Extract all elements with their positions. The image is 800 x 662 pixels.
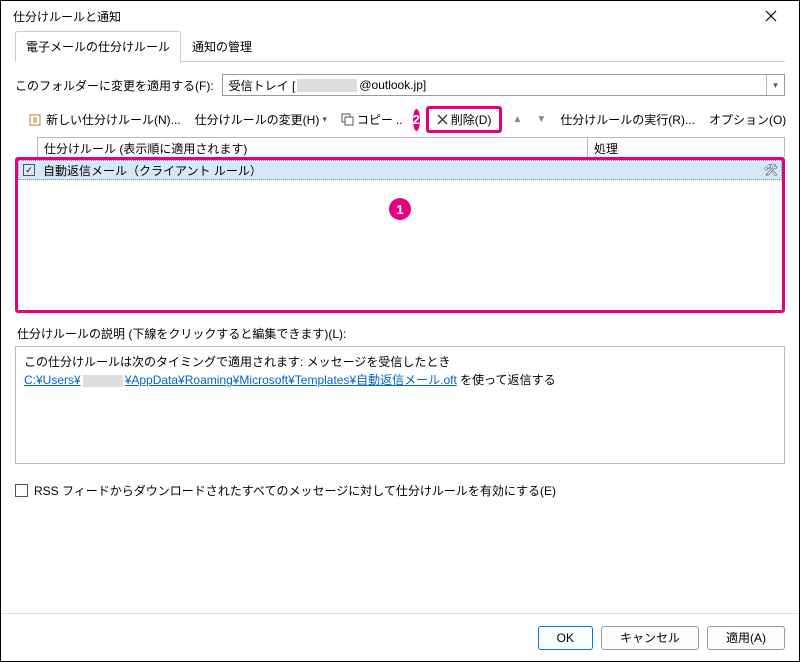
rule-settings-icon[interactable]: 🛠: [761, 163, 781, 177]
folder-select[interactable]: 受信トレイ [ @outlook.jp] ▾: [222, 74, 785, 96]
move-up-button[interactable]: ▲: [508, 114, 526, 125]
window-title: 仕分けルールと通知: [13, 8, 751, 25]
apply-button[interactable]: 適用(A): [707, 626, 785, 650]
annotation-badge-2: 2: [413, 109, 420, 131]
annotation-badge-1: 1: [389, 198, 411, 220]
run-rules-button[interactable]: 仕分けルールの実行(R)...: [556, 108, 699, 131]
template-path-link[interactable]: C:¥Users¥¥AppData¥Roaming¥Microsoft¥Temp…: [24, 373, 457, 387]
rule-row[interactable]: ✓ 自動返信メール（クライアント ルール） 🛠: [18, 160, 782, 180]
delete-button[interactable]: 削除(D): [426, 106, 503, 133]
new-rule-icon: [29, 113, 43, 127]
move-down-button[interactable]: ▼: [532, 114, 550, 125]
description-label: 仕分けルールの説明 (下線をクリックすると編集できます)(L):: [17, 325, 783, 342]
desc-line-2: C:¥Users¥¥AppData¥Roaming¥Microsoft¥Temp…: [24, 371, 776, 389]
ok-button[interactable]: OK: [538, 626, 593, 650]
chevron-down-icon: ▾: [322, 114, 327, 125]
masked-text: [297, 79, 357, 92]
rss-row: RSS フィードからダウンロードされたすべてのメッセージに対して仕分けルールを有…: [15, 482, 785, 499]
desc-line-1: この仕分けルールは次のタイミングで適用されます: メッセージを受信したとき: [24, 353, 776, 371]
change-rule-button[interactable]: 仕分けルールの変更(H) ▾: [191, 108, 331, 131]
rss-label: RSS フィードからダウンロードされたすべてのメッセージに対して仕分けルールを有…: [34, 482, 556, 499]
rules-list-area: 仕分けルール (表示順に適用されます) 処理 ✓ 自動返信メール（クライアント …: [15, 137, 785, 313]
change-rule-label: 仕分けルールの変更(H): [195, 111, 320, 128]
dialog-footer: OK キャンセル 適用(A): [1, 613, 799, 661]
rules-list[interactable]: ✓ 自動返信メール（クライアント ルール） 🛠 1: [15, 157, 785, 313]
options-label: オプション(O): [709, 111, 786, 128]
tab-strip: 電子メールの仕分けルール 通知の管理: [15, 31, 785, 62]
copy-label: コピー: [357, 111, 393, 128]
new-rule-button[interactable]: 新しい仕分けルール(N)...: [25, 108, 185, 131]
folder-row: このフォルダーに変更を適用する(F): 受信トレイ [ @outlook.jp] …: [15, 74, 785, 96]
copy-button[interactable]: コピー ..: [337, 108, 407, 131]
toolbar: 新しい仕分けルール(N)... 仕分けルールの変更(H) ▾ コピー .. 2 …: [25, 106, 785, 133]
col-action[interactable]: 処理: [588, 138, 784, 157]
masked-text: [83, 375, 123, 387]
cancel-button[interactable]: キャンセル: [601, 626, 699, 650]
copy-icon: [341, 113, 354, 126]
close-icon: [765, 10, 777, 22]
rule-name: 自動返信メール（クライアント ルール）: [39, 162, 761, 179]
description-box: この仕分けルールは次のタイミングで適用されます: メッセージを受信したとき C:…: [15, 346, 785, 464]
col-rule-name[interactable]: 仕分けルール (表示順に適用されます): [38, 138, 588, 157]
delete-label: 削除(D): [451, 111, 492, 128]
options-button[interactable]: オプション(O): [705, 108, 790, 131]
run-label: 仕分けルールの実行(R)...: [560, 111, 695, 128]
rules-list-header: 仕分けルール (表示順に適用されます) 処理: [37, 137, 785, 157]
titlebar: 仕分けルールと通知: [1, 1, 799, 31]
folder-value-prefix: 受信トレイ [: [229, 77, 296, 94]
close-button[interactable]: [751, 2, 791, 30]
folder-value-suffix: @outlook.jp]: [359, 78, 426, 92]
rss-checkbox[interactable]: [15, 484, 28, 497]
delete-icon: [437, 114, 448, 125]
tab-notifications[interactable]: 通知の管理: [181, 31, 263, 62]
tab-email-rules[interactable]: 電子メールの仕分けルール: [15, 31, 181, 62]
chevron-down-icon: ▾: [773, 80, 778, 91]
rule-checkbox[interactable]: ✓: [19, 164, 39, 176]
folder-label: このフォルダーに変更を適用する(F):: [15, 77, 214, 94]
new-rule-label: 新しい仕分けルール(N)...: [46, 111, 181, 128]
folder-dropdown-arrow[interactable]: ▾: [766, 75, 784, 95]
